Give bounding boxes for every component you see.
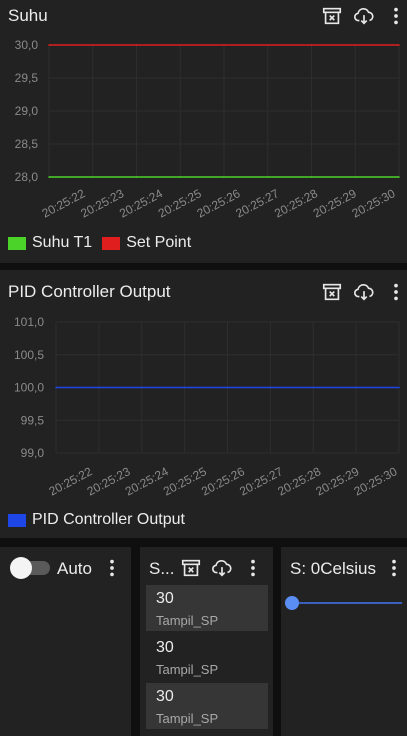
suhu-legend: Suhu T1 Set Point [8,234,201,252]
data-point-set-point [223,44,225,46]
x-tick-label: 20:25:24 [117,186,165,220]
more-vertical-icon[interactable] [383,557,405,579]
list-item-label: Tampil_SP [156,711,219,726]
suhu-chart-panel: Suhu 30,0 29,5 29,0 28,5 28,0 20:25:22 20:25:2… [0,0,407,263]
cloud-download-icon[interactable] [211,557,233,579]
data-point-suhu-t1 [48,176,50,178]
data-point-set-point [48,44,50,46]
data-point-suhu-t1 [354,176,357,178]
suhu-line-chart: 30,029,529,028,528,020:25:2220:25:2320:2… [15,38,400,221]
more-vertical-icon[interactable] [101,557,123,579]
slider-panel-title: S: 0Celsius [290,559,376,578]
list-item-label: Tampil_SP [156,613,219,628]
data-point-suhu-t1 [91,176,94,178]
data-point-pid-controller-output [355,386,357,389]
data-point-pid-controller-output [55,386,57,389]
y-tick-label: 28,5 [15,137,39,151]
list-item[interactable]: 30 Tampil_SP [146,634,268,680]
legend-swatch-set-point [102,236,121,250]
data-point-set-point [354,44,357,46]
list-item[interactable]: 30 Tampil_SP [146,585,268,631]
data-point-pid-controller-output [140,386,143,389]
legend-swatch-suhu-t1 [8,236,26,250]
slider-track[interactable] [292,602,402,604]
data-point-set-point [266,44,269,46]
y-tick-label: 100,5 [14,348,44,362]
list-item-label: Tampil_SP [156,662,219,677]
x-tick-label: 20:25:26 [195,186,243,220]
data-point-pid-controller-output [226,386,229,389]
x-tick-label: 20:25:25 [156,186,204,220]
x-tick-label: 20:25:27 [233,186,281,220]
legend-swatch-pid-output [8,513,26,527]
pid-legend: PID Controller Output [8,511,195,529]
data-point-suhu-t1 [398,176,400,178]
y-tick-label: 29,0 [15,104,39,118]
y-tick-label: 30,0 [15,38,39,52]
data-point-set-point [91,44,94,46]
data-point-set-point [310,44,313,46]
toggle-knob [10,557,32,579]
x-tick-label: 20:25:29 [311,186,359,220]
pid-chart-panel: PID Controller Output 101,0 100,5 100,0 99,… [0,270,407,538]
y-tick-label: 29,5 [15,71,39,85]
data-point-pid-controller-output [98,386,100,389]
x-tick-label: 20:25:23 [78,186,126,220]
legend-label-suhu-t1: Suhu T1 [32,234,93,251]
y-tick-label: 99,0 [21,446,45,460]
data-point-pid-controller-output [312,386,315,389]
x-tick-label: 20:25:28 [272,186,320,220]
x-tick-label: 20:25:30 [352,464,400,498]
data-point-suhu-t1 [310,176,313,178]
y-tick-label: 101,0 [14,315,44,329]
list-item-value: 30 [156,639,174,656]
list-item-value: 30 [156,590,174,607]
x-tick-label: 20:25:22 [40,186,88,220]
y-tick-label: 28,0 [15,170,39,184]
data-point-suhu-t1 [135,176,138,178]
data-point-pid-controller-output [183,386,186,389]
slider-thumb[interactable] [285,596,299,610]
data-point-pid-controller-output [269,386,272,389]
data-point-pid-controller-output [398,386,400,389]
data-point-set-point [179,44,182,46]
data-point-suhu-t1 [266,176,269,178]
data-point-set-point [135,44,138,46]
pid-line-chart: 101,0100,5100,099,599,020:25:2220:25:232… [14,315,400,499]
data-point-suhu-t1 [179,176,182,178]
auto-label: Auto [57,559,92,578]
list-item-value: 30 [156,688,174,705]
data-point-set-point [398,44,400,46]
list-panel-title: S... [149,559,175,578]
legend-label-set-point: Set Point [126,234,192,251]
auto-toggle-switch[interactable] [10,557,50,579]
data-point-suhu-t1 [223,176,225,178]
legend-label-pid-output: PID Controller Output [32,511,185,528]
y-tick-label: 99,5 [21,413,45,427]
x-tick-label: 20:25:30 [350,186,398,220]
more-vertical-icon[interactable] [242,557,264,579]
y-tick-label: 100,0 [14,381,44,395]
list-item[interactable]: 30 Tampil_SP [146,683,268,729]
archive-x-icon[interactable] [180,557,202,579]
